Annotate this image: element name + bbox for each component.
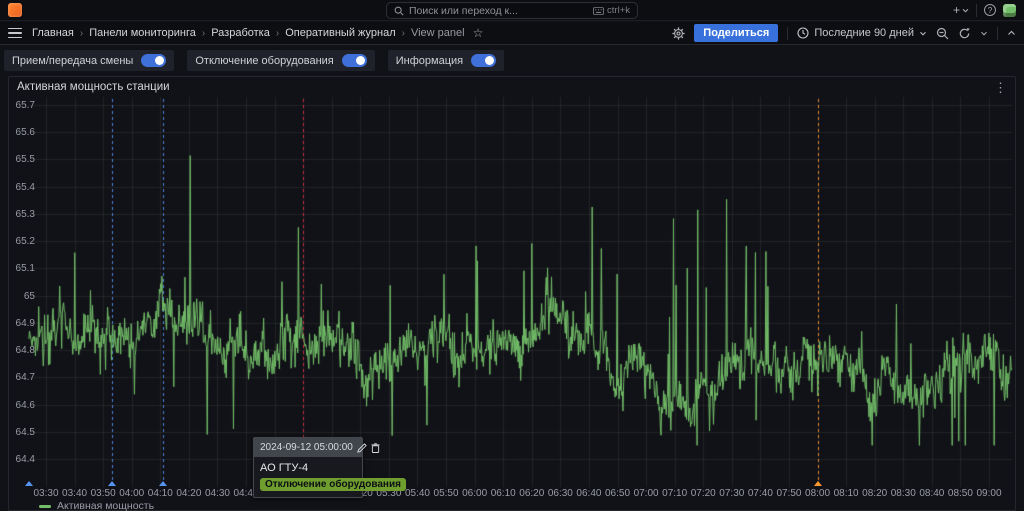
- time-range-picker[interactable]: Последние 90 дней: [797, 27, 927, 39]
- star-icon[interactable]: ☆: [473, 26, 484, 40]
- top-navbar: Поиск или переход к... ctrl+k + ?: [0, 0, 1024, 21]
- y-axis-label: 65.6: [9, 127, 35, 138]
- help-icon[interactable]: ?: [984, 4, 996, 16]
- add-button[interactable]: +: [953, 3, 969, 17]
- annotation-title: АО ГТУ-4: [260, 462, 356, 474]
- toggle-shift-handover[interactable]: [141, 54, 166, 67]
- legend-item[interactable]: Активная мощность: [39, 500, 154, 511]
- clock-icon: [797, 27, 809, 39]
- breadcrumb-home[interactable]: Главная: [32, 27, 74, 39]
- annotation-tooltip: 2024-09-12 05:00:00 АО ГТУ-4 Отключение …: [253, 437, 363, 498]
- y-axis-label: 64.5: [9, 427, 35, 438]
- annotation-marker[interactable]: [25, 481, 33, 486]
- edit-annotation-icon[interactable]: [357, 443, 367, 453]
- refresh-icon[interactable]: [958, 27, 971, 40]
- annotation-marker[interactable]: [814, 481, 822, 486]
- divider: [997, 27, 998, 40]
- annotation-tooltip-header: 2024-09-12 05:00:00: [254, 438, 362, 457]
- panel-header: Активная мощность станции ⋮: [9, 77, 1015, 97]
- user-avatar[interactable]: [1003, 4, 1016, 17]
- gear-icon[interactable]: [672, 27, 685, 40]
- search-icon: [394, 6, 404, 16]
- zoom-out-icon[interactable]: [936, 27, 949, 40]
- search-shortcut: ctrl+k: [593, 5, 630, 16]
- y-axis-label: 65.5: [9, 154, 35, 165]
- breadcrumb-dashboard[interactable]: Оперативный журнал: [285, 27, 395, 39]
- legend-series-label: Активная мощность: [57, 500, 154, 511]
- annotation-marker[interactable]: [108, 481, 116, 486]
- divider: [976, 4, 977, 17]
- menu-hamburger-icon[interactable]: [8, 28, 22, 39]
- chevron-down-icon: [962, 8, 969, 13]
- x-axis-label: 09:00: [972, 488, 1006, 499]
- breadcrumb-folder[interactable]: Разработка: [211, 27, 270, 39]
- annotation-filters: Прием/передача смены Отключение оборудов…: [4, 50, 504, 71]
- chevron-up-icon[interactable]: [1007, 30, 1016, 36]
- annotation-tag[interactable]: Отключение оборудования: [260, 478, 406, 491]
- y-axis-label: 65.7: [9, 100, 35, 111]
- plus-icon: +: [953, 3, 960, 17]
- chevron-down-icon: [919, 31, 927, 36]
- panel-menu-icon[interactable]: ⋮: [994, 81, 1007, 94]
- share-button[interactable]: Поделиться: [694, 24, 778, 42]
- filter-equipment-shutdown: Отключение оборудования: [187, 50, 374, 71]
- timeseries-panel: Активная мощность станции ⋮ 65.7 65.6 65.5…: [8, 76, 1016, 511]
- breadcrumb: Главная › Панели мониторинга › Разработк…: [32, 27, 465, 39]
- divider: [787, 27, 788, 40]
- annotation-timestamp: 2024-09-12 05:00:00: [260, 442, 353, 453]
- y-axis-label: 64.9: [9, 318, 35, 329]
- toggle-information[interactable]: [471, 54, 496, 67]
- panel-title: Активная мощность станции: [17, 81, 170, 93]
- y-axis-label: 65: [9, 291, 35, 302]
- y-axis-label: 64.7: [9, 372, 35, 383]
- y-axis-label: 65.4: [9, 182, 35, 193]
- y-axis-label: 65.1: [9, 263, 35, 274]
- time-range-label: Последние 90 дней: [814, 27, 914, 39]
- y-axis-label: 64.8: [9, 345, 35, 356]
- chevron-down-icon[interactable]: [980, 31, 988, 36]
- filter-shift-handover: Прием/передача смены: [4, 50, 174, 71]
- annotation-tooltip-body: АО ГТУ-4 Отключение оборудования: [254, 457, 362, 497]
- y-axis-label: 64.4: [9, 454, 35, 465]
- legend-series-color: [39, 505, 51, 508]
- grafana-logo-icon[interactable]: [8, 3, 22, 17]
- delete-annotation-icon[interactable]: [371, 443, 380, 453]
- filter-information: Информация: [388, 50, 504, 71]
- y-axis-label: 65.3: [9, 209, 35, 220]
- timeseries-chart[interactable]: [9, 97, 1015, 487]
- toggle-equipment-shutdown[interactable]: [342, 54, 367, 67]
- breadcrumb-dashboards[interactable]: Панели мониторинга: [89, 27, 196, 39]
- search-input[interactable]: Поиск или переход к... ctrl+k: [386, 2, 638, 19]
- keyboard-icon: [593, 7, 604, 15]
- annotation-marker[interactable]: [159, 481, 167, 486]
- breadcrumb-toolbar: Главная › Панели мониторинга › Разработк…: [0, 22, 1024, 45]
- breadcrumb-current: View panel: [411, 27, 465, 39]
- dashboard-actions: Поделиться Последние 90 дней: [672, 24, 1016, 42]
- navbar-actions: + ?: [953, 3, 1016, 17]
- y-axis-label: 65.2: [9, 236, 35, 247]
- y-axis-label: 64.6: [9, 400, 35, 411]
- search-placeholder: Поиск или переход к...: [409, 5, 588, 17]
